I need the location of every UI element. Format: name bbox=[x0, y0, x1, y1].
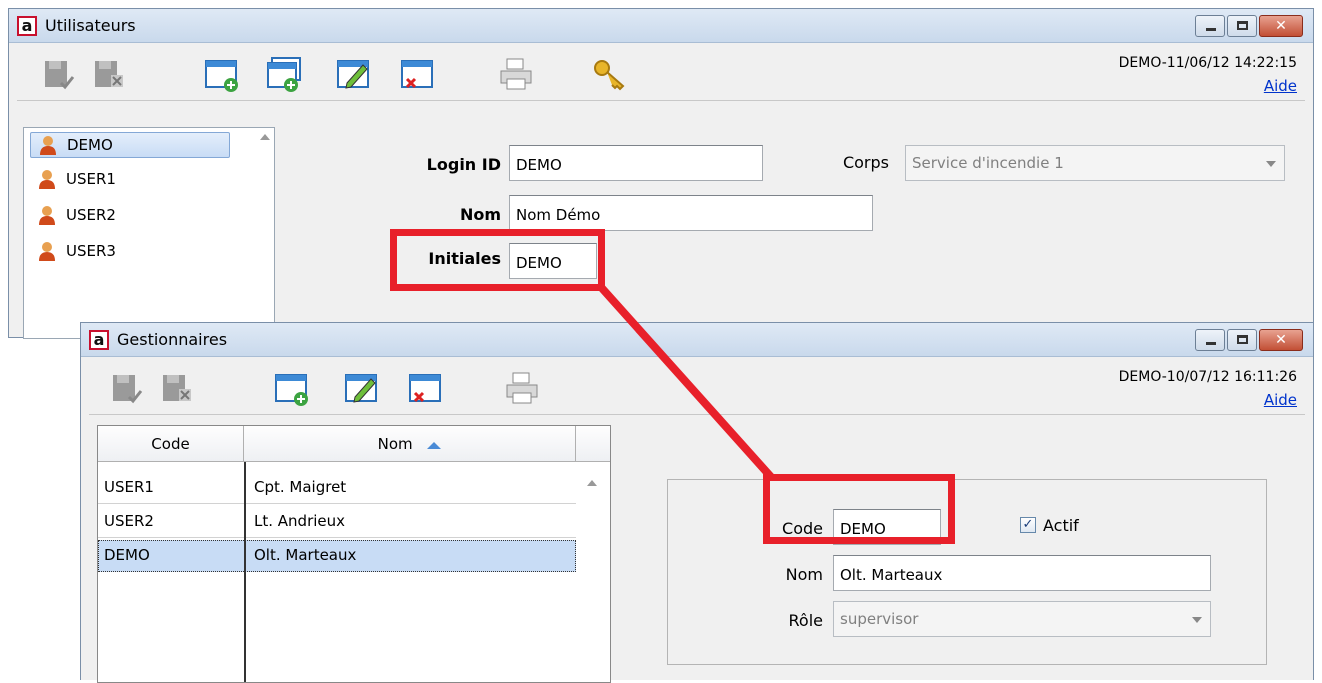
help-link[interactable]: Aide bbox=[1264, 391, 1297, 409]
scrollbar-up-arrow[interactable] bbox=[587, 480, 597, 486]
gestionnaires-titlebar[interactable]: a Gestionnaires ✕ bbox=[81, 323, 1313, 357]
list-item[interactable]: USER3 bbox=[30, 238, 116, 264]
actif-label: Actif bbox=[1043, 516, 1079, 535]
table-row-code[interactable]: USER2 bbox=[98, 506, 244, 538]
sort-ascending-icon bbox=[427, 442, 442, 449]
save-disabled-icon[interactable] bbox=[41, 55, 79, 93]
user-icon bbox=[39, 206, 55, 225]
scrollbar-up-arrow[interactable] bbox=[260, 134, 270, 140]
table-row-nom[interactable]: Lt. Andrieux bbox=[244, 506, 576, 538]
utilisateurs-titlebar[interactable]: a Utilisateurs ✕ bbox=[9, 9, 1313, 43]
corps-value: Service d'incendie 1 bbox=[912, 154, 1064, 172]
chevron-down-icon bbox=[1266, 161, 1276, 167]
print-icon[interactable] bbox=[497, 55, 535, 93]
edit-record-icon[interactable] bbox=[343, 369, 381, 407]
edit-record-icon[interactable] bbox=[335, 55, 373, 93]
chevron-down-icon bbox=[1192, 617, 1202, 623]
code-highlight-box bbox=[763, 474, 955, 544]
list-item[interactable]: USER1 bbox=[30, 166, 116, 192]
column-header-code[interactable]: Code bbox=[98, 426, 244, 462]
corps-select[interactable]: Service d'incendie 1 bbox=[905, 145, 1285, 181]
timestamp: DEMO-11/06/12 14:22:15 bbox=[1118, 55, 1297, 71]
gestionnaires-window: a Gestionnaires ✕ DEMO-10/07/12 16:11:26… bbox=[80, 322, 1314, 683]
column-divider bbox=[244, 462, 246, 682]
user-icon bbox=[40, 136, 56, 155]
timestamp: DEMO-10/07/12 16:11:26 bbox=[1118, 369, 1297, 385]
app-logo-icon: a bbox=[89, 329, 109, 350]
maximize-button[interactable] bbox=[1227, 329, 1257, 351]
list-item-label: USER1 bbox=[66, 170, 116, 188]
window-title: Utilisateurs bbox=[45, 16, 136, 35]
actif-checkbox[interactable]: ✓ bbox=[1020, 517, 1036, 533]
login-id-label: Login ID bbox=[426, 155, 501, 174]
user-icon bbox=[39, 242, 55, 261]
nom-field[interactable]: Nom Démo bbox=[509, 195, 873, 231]
nom-label: Nom bbox=[785, 565, 823, 584]
toolbar: DEMO-10/07/12 16:11:26 Aide bbox=[89, 361, 1305, 415]
initiales-highlight-box bbox=[390, 229, 605, 291]
window-title: Gestionnaires bbox=[117, 330, 228, 349]
role-select[interactable]: supervisor bbox=[833, 601, 1211, 637]
save-disabled-icon[interactable] bbox=[109, 369, 147, 407]
new-record-icon[interactable] bbox=[203, 55, 241, 93]
close-button[interactable]: ✕ bbox=[1259, 15, 1303, 37]
save-close-disabled-icon[interactable] bbox=[159, 369, 197, 407]
new-record-icon[interactable] bbox=[273, 369, 311, 407]
gestionnaires-table: Code Nom USER1 Cpt. Maigret USER2 Lt. An… bbox=[97, 425, 611, 683]
nom-label: Nom bbox=[459, 205, 501, 224]
table-row-code[interactable]: USER1 bbox=[98, 472, 244, 504]
delete-record-icon[interactable] bbox=[407, 369, 445, 407]
minimize-button[interactable] bbox=[1195, 329, 1225, 351]
help-link[interactable]: Aide bbox=[1264, 77, 1297, 95]
list-item-label: DEMO bbox=[67, 136, 113, 154]
app-logo-icon: a bbox=[17, 15, 37, 36]
login-id-field[interactable]: DEMO bbox=[509, 145, 763, 181]
list-item[interactable]: USER2 bbox=[30, 202, 116, 228]
print-icon[interactable] bbox=[503, 369, 541, 407]
table-row-nom[interactable]: Olt. Marteaux bbox=[244, 540, 576, 572]
list-item-label: USER2 bbox=[66, 206, 116, 224]
column-header-filler bbox=[576, 426, 610, 462]
column-header-nom[interactable]: Nom bbox=[244, 426, 576, 462]
user-icon bbox=[39, 170, 55, 189]
role-label: Rôle bbox=[788, 611, 823, 630]
minimize-button[interactable] bbox=[1195, 15, 1225, 37]
maximize-button[interactable] bbox=[1227, 15, 1257, 37]
close-button[interactable]: ✕ bbox=[1259, 329, 1303, 351]
table-row-nom[interactable]: Cpt. Maigret bbox=[244, 472, 576, 504]
delete-record-icon[interactable] bbox=[399, 55, 437, 93]
duplicate-record-icon[interactable] bbox=[265, 55, 303, 93]
table-row-code[interactable]: DEMO bbox=[98, 540, 244, 572]
user-list: DEMO USER1 USER2 USER3 bbox=[23, 127, 275, 339]
nom-field[interactable]: Olt. Marteaux bbox=[833, 555, 1211, 591]
list-item[interactable]: DEMO bbox=[30, 132, 230, 158]
save-close-disabled-icon[interactable] bbox=[91, 55, 129, 93]
list-item-label: USER3 bbox=[66, 242, 116, 260]
role-value: supervisor bbox=[840, 610, 919, 628]
key-icon[interactable] bbox=[591, 55, 629, 93]
utilisateurs-window: a Utilisateurs ✕ DEMO-11/06/12 14:22:15 … bbox=[8, 8, 1314, 339]
toolbar: DEMO-11/06/12 14:22:15 Aide bbox=[17, 47, 1305, 101]
column-header-nom-label: Nom bbox=[377, 435, 413, 453]
corps-label: Corps bbox=[842, 153, 889, 172]
